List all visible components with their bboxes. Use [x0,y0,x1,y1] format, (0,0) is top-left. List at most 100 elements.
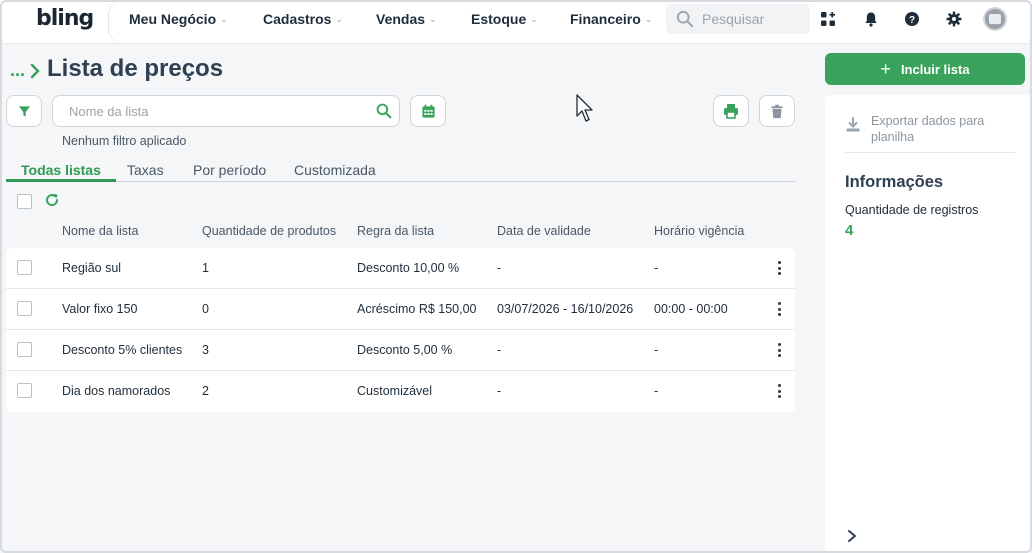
search-placeholder: Pesquisar [702,11,765,27]
nav-meu-negocio[interactable]: Meu Negócio ⌄ [129,11,228,27]
avatar[interactable] [983,7,1007,31]
table-row[interactable]: Dia dos namorados 2 Customizável - - [6,371,795,412]
nav-label: Estoque [471,11,527,27]
printer-icon [724,104,738,119]
table-row[interactable]: Desconto 5% clientes 3 Desconto 5,00 % -… [6,330,795,371]
cell-regra: Desconto 5,00 % [357,343,453,357]
add-list-label: Incluir lista [900,61,970,77]
nav-financeiro[interactable]: Financeiro ⌄ [570,11,652,27]
tab-customizada[interactable]: Customizada [294,162,376,182]
list-search-field[interactable] [52,95,400,127]
bling-logo[interactable]: bling [36,6,94,31]
cell-quantidade: 1 [202,261,209,275]
chevron-down-icon: ⌄ [429,13,437,24]
column-header-regra[interactable]: Regra da lista [357,224,434,238]
nav-divider [108,0,126,44]
info-sidebar: Exportar dados para planilha Informações… [825,95,1030,553]
refresh-icon[interactable] [44,192,60,208]
nav-label: Financeiro [570,11,641,27]
row-checkbox[interactable] [17,383,32,398]
avatar-image [989,14,1001,24]
cell-nome: Dia dos namorados [62,384,171,398]
chevron-down-icon: ⌄ [335,13,344,24]
svg-text:?: ? [909,15,915,26]
export-label: Exportar dados para planilha [871,114,985,144]
more-options-icon[interactable] [776,384,782,398]
download-icon [846,117,860,132]
collapse-sidebar-icon[interactable] [847,529,857,548]
breadcrumb-ellipsis[interactable]: ... [10,60,25,81]
cell-quantidade: 2 [202,384,209,398]
cell-nome: Desconto 5% clientes [62,343,183,357]
mouse-cursor-icon [576,94,593,122]
divider [845,152,1015,153]
cell-quantidade: 3 [202,343,209,357]
date-filter-button[interactable] [410,95,446,127]
column-header-nome[interactable]: Nome da lista [62,224,138,238]
filter-status: Nenhum filtro aplicado [62,134,187,148]
cell-data-validade: - [497,343,502,357]
add-list-button[interactable]: + Incluir lista [825,53,1025,85]
trash-icon [771,104,783,118]
apps-icon[interactable] [818,9,838,29]
more-options-icon[interactable] [776,302,782,316]
price-list-table: Região sul 1 Desconto 10,00 % - - Valor … [6,248,795,412]
tab-taxas[interactable]: Taxas [127,162,164,182]
list-search-input[interactable] [69,103,369,119]
chevron-down-icon: ⌄ [530,13,538,24]
tab-bar: Todas listas Taxas Por período Customiza… [6,162,796,182]
cell-horario: - [654,343,659,357]
help-icon[interactable]: ? [902,9,922,29]
chevron-right-icon [30,63,40,78]
filter-icon [18,105,30,117]
tab-todas-listas[interactable]: Todas listas [6,162,116,182]
more-options-icon[interactable] [776,343,782,357]
chevron-down-icon: ⌄ [644,13,653,24]
nav-label: Meu Negócio [129,11,217,27]
records-label: Quantidade de registros [845,203,979,217]
cell-data-validade: - [497,384,502,398]
tab-por-periodo[interactable]: Por período [193,162,266,182]
top-navbar: bling Meu Negócio ⌄ Cadastros ⌄ Vendas ⌄ Es… [0,0,1032,44]
cell-data-validade: - [497,261,502,275]
gear-icon[interactable] [944,9,964,29]
cell-regra: Customizável [357,384,433,398]
records-count: 4 [845,222,854,239]
row-checkbox[interactable] [17,342,32,357]
plus-icon: + [880,59,891,79]
nav-label: Vendas [376,11,426,27]
breadcrumb[interactable]: ... [10,60,41,81]
nav-estoque[interactable]: Estoque ⌄ [471,11,538,27]
cell-horario: - [654,261,659,275]
cell-nome: Região sul [62,261,122,275]
search-icon [676,10,694,28]
chevron-down-icon: ⌄ [220,13,228,24]
filter-button[interactable] [6,95,42,127]
table-row[interactable]: Região sul 1 Desconto 10,00 % - - [6,248,795,289]
cell-horario: 00:00 - 00:00 [654,302,728,316]
cell-quantidade: 0 [202,302,209,316]
page-title: Lista de preços [47,55,224,82]
nav-vendas[interactable]: Vendas ⌄ [376,11,437,27]
delete-button[interactable] [759,95,795,127]
more-options-icon[interactable] [776,261,782,275]
print-button[interactable] [713,95,749,127]
search-icon[interactable] [369,103,399,119]
nav-cadastros[interactable]: Cadastros ⌄ [263,11,343,27]
calendar-icon [421,104,435,118]
export-spreadsheet-link[interactable]: Exportar dados para planilha [845,113,1015,145]
table-row[interactable]: Valor fixo 150 0 Acréscimo R$ 150,00 03/… [6,289,795,330]
cell-data-validade: 03/07/2026 - 16/10/2026 [497,302,634,316]
nav-label: Cadastros [263,11,332,27]
global-search-input[interactable]: Pesquisar [666,4,810,34]
cell-nome: Valor fixo 150 [62,302,138,316]
cell-regra: Acréscimo R$ 150,00 [357,302,477,316]
row-checkbox[interactable] [17,260,32,275]
column-header-horario[interactable]: Horário vigência [654,224,744,238]
select-all-checkbox[interactable] [17,194,32,209]
row-checkbox[interactable] [17,301,32,316]
bell-icon[interactable] [861,9,881,29]
column-header-quantidade[interactable]: Quantidade de produtos [202,224,336,238]
column-header-data-validade[interactable]: Data de validade [497,224,591,238]
info-title: Informações [845,173,944,191]
